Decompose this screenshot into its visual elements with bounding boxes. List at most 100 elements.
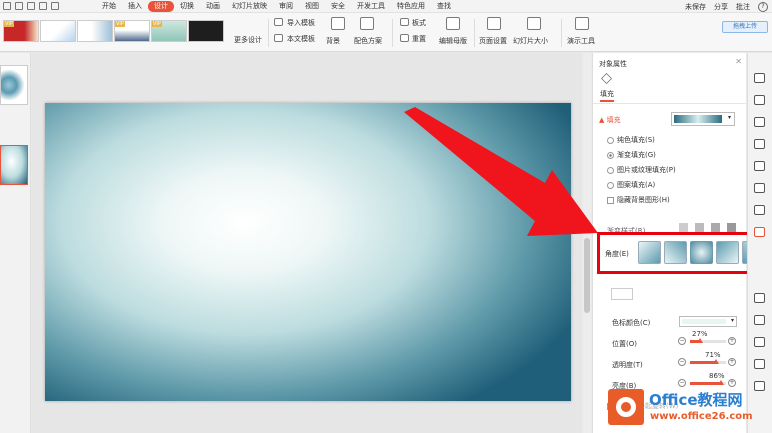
color-scheme-button[interactable]: 配色方案 bbox=[354, 36, 382, 46]
gradient-stop-bar[interactable] bbox=[611, 288, 633, 300]
gradient-style-path[interactable] bbox=[727, 223, 736, 232]
theme-thumb-5[interactable]: VIP bbox=[151, 20, 187, 42]
more-design-button[interactable]: 更多设计 bbox=[234, 35, 262, 45]
increase-position-button[interactable]: + bbox=[728, 337, 736, 345]
fill-option-label: 渐变填充(G) bbox=[617, 151, 656, 159]
edit-master-button[interactable]: 编辑母版 bbox=[439, 36, 467, 46]
radio-icon bbox=[607, 136, 614, 144]
close-icon[interactable]: ✕ bbox=[735, 57, 742, 66]
fill-option-picture[interactable]: 图片或纹理填充(P) bbox=[607, 165, 676, 175]
theme-thumb-2[interactable] bbox=[40, 20, 76, 42]
grid-icon[interactable] bbox=[754, 183, 765, 193]
save-icon[interactable] bbox=[15, 2, 23, 10]
position-slider[interactable] bbox=[690, 338, 726, 343]
transparency-slider[interactable] bbox=[690, 359, 726, 364]
present-tools-icon bbox=[575, 17, 589, 30]
fill-option-label: 纯色填充(S) bbox=[617, 136, 655, 144]
angle-preset-1[interactable] bbox=[638, 241, 661, 264]
radio-icon bbox=[607, 151, 614, 159]
watermark-brand: Office教程网 bbox=[649, 391, 743, 409]
hide-background-checkbox[interactable]: 隐藏背景图形(H) bbox=[607, 195, 670, 205]
text-template-button[interactable]: 本文模板 bbox=[287, 34, 315, 44]
slider-knob[interactable] bbox=[712, 359, 719, 364]
tab-animation[interactable]: 动画 bbox=[200, 1, 226, 12]
picture-icon[interactable] bbox=[754, 315, 765, 325]
print-icon[interactable] bbox=[51, 2, 59, 10]
stop-color-select[interactable]: ▾ bbox=[679, 316, 737, 327]
theme-thumb-1[interactable]: VIP bbox=[3, 20, 39, 42]
position-value: 27% bbox=[692, 330, 708, 338]
tab-security[interactable]: 安全 bbox=[325, 1, 351, 12]
stop-color-label: 色标颜色(C) bbox=[612, 319, 651, 327]
history-icon[interactable] bbox=[754, 359, 765, 369]
tab-design[interactable]: 设计 bbox=[148, 0, 174, 12]
increase-transparency-button[interactable]: + bbox=[728, 358, 736, 366]
angle-preset-4[interactable] bbox=[716, 241, 739, 264]
tab-fill[interactable]: 填充 bbox=[600, 89, 614, 102]
vertical-scrollbar[interactable] bbox=[583, 53, 591, 433]
radio-icon bbox=[607, 166, 614, 174]
page-setup-button[interactable]: 页面设置 bbox=[479, 36, 507, 46]
undo-icon[interactable] bbox=[27, 2, 35, 10]
comment-button[interactable]: 批注 bbox=[736, 2, 750, 12]
tab-insert[interactable]: 插入 bbox=[122, 1, 148, 12]
layout-button[interactable]: 板式 bbox=[412, 18, 426, 28]
scrollbar-thumb[interactable] bbox=[584, 238, 590, 313]
help-icon[interactable]: ? bbox=[758, 1, 768, 12]
slide-thumbnail-2[interactable] bbox=[0, 145, 28, 185]
reset-icon bbox=[400, 34, 409, 42]
divider bbox=[593, 103, 746, 104]
tab-search[interactable]: 查找 bbox=[431, 1, 457, 12]
fill-option-gradient[interactable]: 渐变填充(G) bbox=[607, 150, 656, 160]
chart-icon[interactable] bbox=[754, 205, 765, 215]
fill-option-pattern[interactable]: 图案填充(A) bbox=[607, 180, 655, 190]
copy-icon[interactable] bbox=[754, 117, 765, 127]
radio-icon bbox=[607, 181, 614, 189]
gradient-style-linear[interactable] bbox=[679, 223, 688, 232]
slide-canvas[interactable] bbox=[45, 103, 571, 401]
tab-features[interactable]: 特色应用 bbox=[391, 1, 431, 12]
theme-thumb-6[interactable] bbox=[188, 20, 224, 42]
table-icon[interactable] bbox=[754, 161, 765, 171]
gradient-style-rect[interactable] bbox=[711, 223, 720, 232]
theme-thumb-3[interactable] bbox=[77, 20, 113, 42]
background-button[interactable]: 背景 bbox=[326, 36, 340, 46]
fill-icon[interactable] bbox=[754, 139, 765, 149]
theme-thumb-4[interactable]: VIP bbox=[114, 20, 150, 42]
fill-option-label: 图案填充(A) bbox=[617, 181, 656, 189]
import-template-button[interactable]: 导入模板 bbox=[287, 18, 315, 28]
tab-review[interactable]: 审阅 bbox=[273, 1, 299, 12]
fill-option-solid[interactable]: 纯色填充(S) bbox=[607, 135, 655, 145]
decrease-position-button[interactable]: − bbox=[678, 337, 686, 345]
shape-icon[interactable] bbox=[754, 73, 765, 83]
site-watermark: Office教程网 www.office26.com bbox=[603, 383, 772, 433]
slider-knob[interactable] bbox=[696, 338, 703, 343]
properties-icon[interactable] bbox=[754, 227, 765, 237]
present-tools-button[interactable]: 演示工具 bbox=[567, 36, 595, 46]
gradient-preset-select[interactable]: ▾ bbox=[671, 112, 735, 126]
angle-preset-3[interactable] bbox=[690, 241, 713, 264]
share-button[interactable]: 分享 bbox=[714, 2, 728, 12]
slide-thumbnail-1[interactable] bbox=[0, 65, 28, 105]
unsaved-status[interactable]: 未保存 bbox=[685, 2, 706, 12]
tab-slideshow[interactable]: 幻灯片放映 bbox=[226, 1, 273, 12]
gradient-preview bbox=[674, 115, 722, 123]
fill-bucket-icon[interactable] bbox=[601, 73, 612, 84]
gradient-style-radial[interactable] bbox=[695, 223, 704, 232]
tab-view[interactable]: 视图 bbox=[299, 1, 325, 12]
reset-button[interactable]: 重置 bbox=[412, 34, 426, 44]
style-icon[interactable] bbox=[754, 95, 765, 105]
tab-home[interactable]: 开始 bbox=[96, 1, 122, 12]
audio-icon[interactable] bbox=[754, 337, 765, 347]
pull-up-button[interactable]: 拖拽上传 bbox=[722, 21, 768, 33]
tab-transition[interactable]: 切换 bbox=[174, 1, 200, 12]
fill-group-label[interactable]: ▲ 填充 bbox=[599, 115, 621, 125]
tab-developer[interactable]: 开发工具 bbox=[351, 1, 391, 12]
slide-size-button[interactable]: 幻灯片大小 bbox=[513, 36, 548, 46]
right-toolbar bbox=[747, 53, 772, 433]
redo-icon[interactable] bbox=[39, 2, 47, 10]
file-icon[interactable] bbox=[3, 2, 11, 10]
angle-preset-2[interactable] bbox=[664, 241, 687, 264]
decrease-transparency-button[interactable]: − bbox=[678, 358, 686, 366]
tools-icon[interactable] bbox=[754, 293, 765, 303]
